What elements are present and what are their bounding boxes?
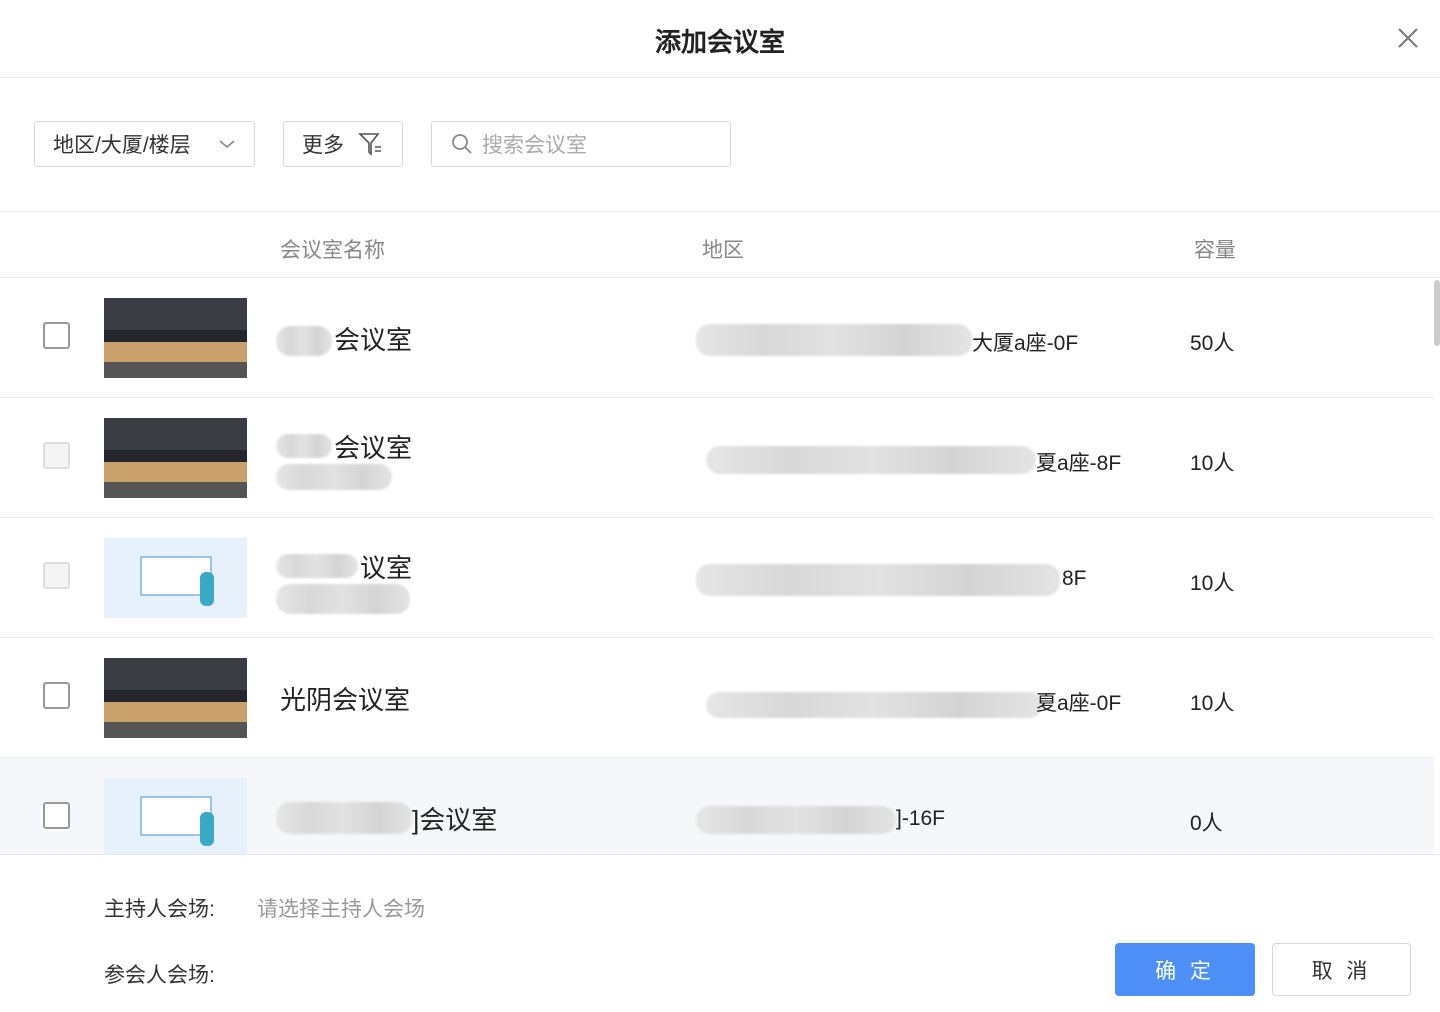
table-row[interactable]: ]会议室 ]-16F 0人 (0, 758, 1434, 855)
chevron-down-icon (218, 138, 236, 150)
room-region: 夏a座-8F (1036, 447, 1121, 477)
room-region: 夏a座-0F (1036, 687, 1121, 717)
more-filter-label: 更多 (302, 129, 344, 159)
cancel-button[interactable]: 取 消 (1272, 943, 1411, 996)
room-illustration (104, 778, 247, 855)
room-capacity: 50人 (1190, 327, 1234, 357)
scrollbar[interactable] (1434, 280, 1440, 346)
room-name: 会议室 (334, 320, 412, 357)
row-checkbox[interactable] (43, 682, 70, 709)
column-name: 会议室名称 (280, 234, 385, 264)
region-select[interactable]: 地区/大厦/楼层 (34, 121, 255, 167)
table-row[interactable]: 议室 8F 10人 (0, 518, 1434, 638)
more-filter-button[interactable]: 更多 (283, 121, 403, 167)
filter-icon (358, 131, 384, 157)
row-checkbox[interactable] (43, 802, 70, 829)
room-region: 大厦a座-0F (972, 327, 1078, 357)
table-row[interactable]: 会议室 夏a座-8F 10人 (0, 398, 1434, 518)
room-capacity: 10人 (1190, 687, 1234, 717)
room-name: 光阴会议室 (280, 680, 410, 717)
search-placeholder: 搜索会议室 (482, 129, 587, 159)
room-name: 议室 (360, 548, 412, 585)
search-input[interactable]: 搜索会议室 (431, 121, 731, 167)
dialog-header: 添加会议室 (0, 0, 1440, 78)
room-region: 8F (1062, 567, 1087, 591)
room-region: ]-16F (896, 807, 945, 831)
room-photo (104, 418, 247, 498)
search-icon (450, 132, 474, 156)
room-list: 会议室 大厦a座-0F 50人 会议室 夏a座-8F 10人 议室 8F 10人… (0, 278, 1440, 855)
confirm-button[interactable]: 确 定 (1115, 943, 1255, 996)
column-capacity: 容量 (1194, 234, 1236, 264)
table-row[interactable]: 会议室 大厦a座-0F 50人 (0, 278, 1434, 398)
room-capacity: 10人 (1190, 567, 1234, 597)
host-label: 主持人会场: (104, 893, 215, 923)
room-name: ]会议室 (412, 800, 497, 837)
column-region: 地区 (702, 234, 744, 264)
table-header: 会议室名称 地区 容量 (0, 211, 1440, 278)
row-checkbox-disabled (43, 562, 70, 589)
host-select[interactable]: 请选择主持人会场 (257, 893, 425, 923)
region-select-label: 地区/大厦/楼层 (53, 129, 191, 159)
row-checkbox-disabled (43, 442, 70, 469)
participant-label: 参会人会场: (104, 959, 215, 989)
room-capacity: 10人 (1190, 447, 1234, 477)
room-illustration (104, 538, 247, 618)
room-name: 会议室 (334, 428, 412, 465)
dialog-title: 添加会议室 (0, 22, 1440, 59)
close-icon[interactable] (1394, 24, 1422, 52)
table-row[interactable]: 光阴会议室 夏a座-0F 10人 (0, 638, 1434, 758)
room-photo (104, 298, 247, 378)
room-capacity: 0人 (1190, 807, 1223, 837)
room-photo (104, 658, 247, 738)
row-checkbox[interactable] (43, 322, 70, 349)
